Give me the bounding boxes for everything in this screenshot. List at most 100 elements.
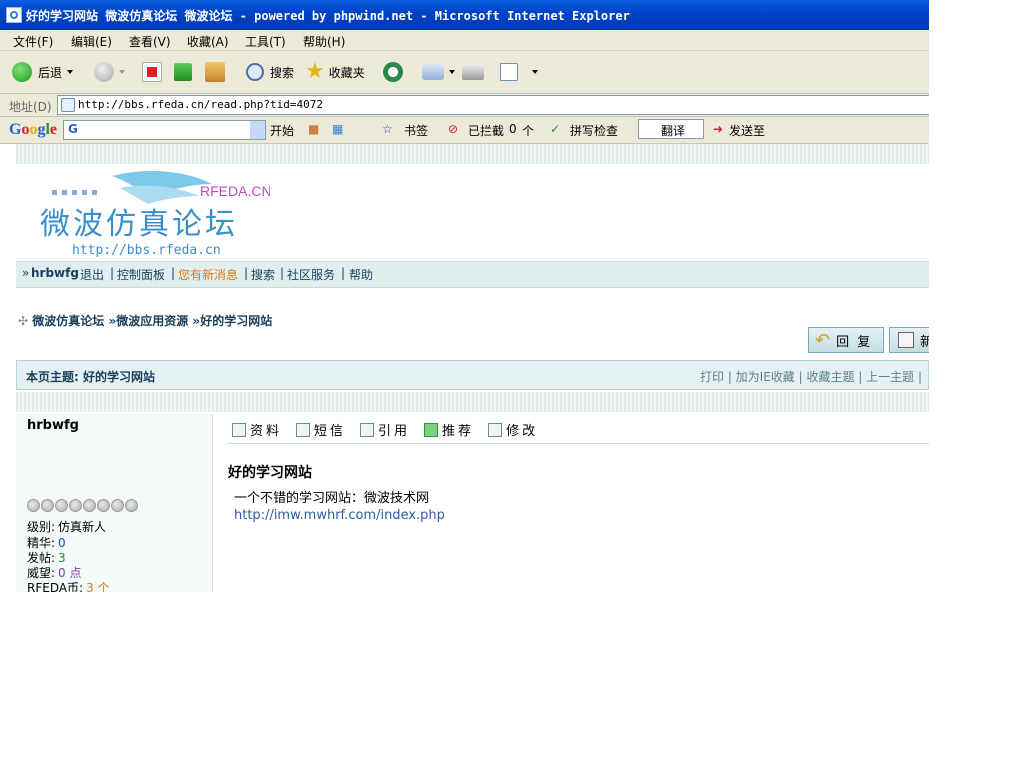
word-icon <box>500 63 518 81</box>
mail-icon <box>422 64 444 80</box>
breadcrumb-forum[interactable]: 微波仿真论坛 <box>32 314 104 328</box>
nav-user[interactable]: hrbwfg <box>31 266 79 280</box>
home-icon <box>205 62 225 82</box>
user-panel: hrbwfg 级别: 仿真新人 精华: 0 发帖: 3 威望: 0 点 RFEDA币: 3… <box>16 414 213 592</box>
forward-arrow-icon <box>94 62 114 82</box>
reply-arrow-icon: ↶ <box>815 329 831 351</box>
nav-control-panel[interactable]: 控制面板 <box>117 266 165 283</box>
menu-tools[interactable]: 工具(T) <box>245 33 286 50</box>
breadcrumb-topic[interactable]: 好的学习网站 <box>200 314 272 328</box>
menu-edit[interactable]: 编辑(E) <box>71 33 112 50</box>
logo-url: http://bbs.rfeda.cn <box>72 243 221 258</box>
nav-help[interactable]: 帮助 <box>349 266 373 283</box>
menu-bar: 文件(F) 编辑(E) 查看(V) 收藏(A) 工具(T) 帮助(H) <box>0 30 929 51</box>
title-bar: 好的学习网站 微波仿真论坛 微波论坛 - powered by phpwind.… <box>0 0 929 30</box>
breadcrumb-board[interactable]: 微波应用资源 <box>116 314 188 328</box>
spellcheck-icon: ✓ <box>550 122 561 136</box>
star-icon: ★ <box>305 59 325 84</box>
message-icon <box>296 422 311 437</box>
favorites-button[interactable]: ★ 收藏夹 <box>305 61 365 83</box>
topic-stripe <box>16 392 929 412</box>
google-blocked-count: 0 <box>509 122 517 136</box>
reply-button[interactable]: ↶ 回 复 <box>808 327 884 353</box>
google-news-icon[interactable]: ■ <box>308 122 319 136</box>
menu-help[interactable]: 帮助(H) <box>303 33 345 50</box>
home-button[interactable] <box>205 61 225 83</box>
rank-star-icon <box>27 499 40 512</box>
forward-button[interactable] <box>94 61 125 83</box>
user-rank-stars <box>27 499 138 512</box>
user-nav: » hrbwfg 退出 | 控制面板 | 您有新消息 | 搜索 | 社区服务 |… <box>16 261 929 288</box>
address-bar: 地址(D) http://bbs.rfeda.cn/read.php?tid=4… <box>0 94 929 117</box>
new-topic-button[interactable]: 新 <box>889 327 929 353</box>
address-label: 地址(D) <box>9 100 52 114</box>
window-title: 好的学习网站 微波仿真论坛 微波论坛 - powered by phpwind.… <box>26 9 630 23</box>
action-recommend[interactable]: 推荐 <box>424 420 474 439</box>
refresh-button[interactable] <box>174 61 192 83</box>
back-button[interactable]: 后退 <box>12 61 74 83</box>
print-button[interactable] <box>462 61 484 83</box>
new-topic-icon <box>898 332 914 348</box>
nav-new-message[interactable]: 您有新消息 <box>178 266 238 283</box>
action-message[interactable]: 短信 <box>296 420 346 439</box>
google-windows-icon[interactable]: ▦ <box>332 122 343 136</box>
edit-word-button[interactable] <box>500 61 538 83</box>
forum-logo[interactable]: RFEDA.CN 微波仿真论坛 http://bbs.rfeda.cn <box>40 168 270 258</box>
refresh-icon <box>174 63 192 81</box>
address-url: http://bbs.rfeda.cn/read.php?tid=4072 <box>78 98 324 111</box>
google-start[interactable]: 开始 <box>270 122 294 139</box>
edit-icon <box>488 422 503 437</box>
google-search-input[interactable]: G <box>63 120 266 140</box>
topic-links[interactable]: 打印 | 加为IE收藏 | 收藏主题 | 上一主题 | <box>700 368 922 385</box>
rank-star-icon <box>125 499 138 512</box>
search-icon <box>246 63 264 81</box>
popup-block-icon: ⊘ <box>448 122 459 136</box>
topic-title: 本页主题: 好的学习网站 <box>26 370 155 384</box>
recommend-icon <box>424 422 439 437</box>
address-input[interactable]: http://bbs.rfeda.cn/read.php?tid=4072 <box>57 95 929 115</box>
profile-icon <box>232 422 246 437</box>
google-dropdown-icon[interactable] <box>250 121 265 139</box>
user-level: 级别: 仿真新人 <box>27 520 107 534</box>
rank-star-icon <box>69 499 82 512</box>
post-author[interactable]: hrbwfg <box>27 418 79 433</box>
post-body: 一个不错的学习网站：微波技术网 http://imw.mwhrf.com/ind… <box>234 490 445 524</box>
back-arrow-icon <box>12 62 32 82</box>
mail-button[interactable] <box>422 61 455 83</box>
nav-community[interactable]: 社区服务 <box>287 266 335 283</box>
google-blocked[interactable]: 已拦截 <box>468 122 504 139</box>
search-button[interactable]: 搜索 <box>246 61 294 83</box>
menu-view[interactable]: 查看(V) <box>129 33 171 50</box>
post-title: 好的学习网站 <box>228 465 312 481</box>
menu-file[interactable]: 文件(F) <box>13 33 53 50</box>
ie-window: 好的学习网站 微波仿真论坛 微波论坛 - powered by phpwind.… <box>0 0 929 592</box>
post-link[interactable]: http://imw.mwhrf.com/index.php <box>234 507 445 524</box>
history-icon <box>383 62 403 82</box>
action-quote[interactable]: 引用 <box>360 420 410 439</box>
post-separator <box>228 443 929 444</box>
action-edit[interactable]: 修改 <box>488 420 538 439</box>
action-profile[interactable]: 资料 <box>232 420 282 439</box>
nav-logout[interactable]: 退出 <box>80 266 104 283</box>
nav-search[interactable]: 搜索 <box>251 266 275 283</box>
page-content: RFEDA.CN 微波仿真论坛 http://bbs.rfeda.cn » hr… <box>0 144 929 592</box>
chevron-down-icon <box>119 70 125 74</box>
google-bookmarks[interactable]: 书签 <box>404 122 428 139</box>
google-sendto[interactable]: 发送至 <box>729 122 765 139</box>
breadcrumb-home-icon: ✣ <box>18 314 29 328</box>
stop-button[interactable] <box>142 61 162 83</box>
user-coin: RFEDA币: 3 个 <box>27 581 110 592</box>
logo-name: 微波仿真论坛 <box>40 207 238 242</box>
chevron-down-icon <box>449 70 455 74</box>
menu-favorites[interactable]: 收藏(A) <box>187 33 229 50</box>
history-button[interactable] <box>383 61 403 83</box>
google-logo: Google <box>9 121 58 138</box>
header-stripe <box>16 144 929 164</box>
rank-star-icon <box>83 499 96 512</box>
chevron-down-icon <box>532 70 538 74</box>
google-translate: 翻译 <box>661 124 686 138</box>
rank-star-icon <box>41 499 54 512</box>
google-blocked-unit: 个 <box>522 124 535 138</box>
ie-icon <box>6 7 22 23</box>
google-spellcheck[interactable]: 拼写检查 <box>570 122 618 139</box>
